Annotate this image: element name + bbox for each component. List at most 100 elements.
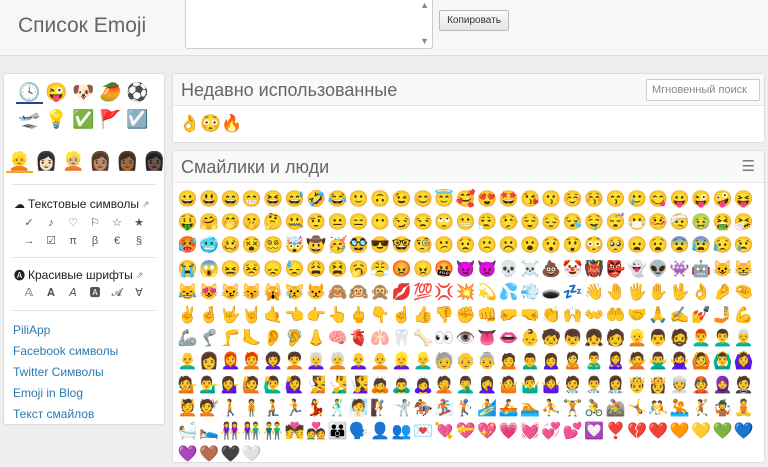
- emoji-item[interactable]: 💆: [177, 397, 198, 420]
- text-symbols-label[interactable]: Текстовые символы: [28, 197, 139, 211]
- emoji-item[interactable]: 🙉: [348, 281, 369, 304]
- emoji-item[interactable]: 👩‍🦲: [348, 350, 369, 373]
- emoji-item[interactable]: 🤠: [305, 234, 326, 257]
- instant-search-input[interactable]: [646, 79, 760, 101]
- emoji-item[interactable]: 🙊: [370, 281, 391, 304]
- symbol-item[interactable]: ★: [128, 215, 150, 231]
- emoji-item[interactable]: 🧠: [327, 327, 348, 350]
- emoji-item[interactable]: 👍: [412, 304, 433, 327]
- emoji-item[interactable]: 👨‍🦰: [690, 327, 711, 350]
- font-style-item[interactable]: 𝐀: [40, 285, 62, 301]
- emoji-item[interactable]: 👱‍♀️: [391, 350, 412, 373]
- emoji-item[interactable]: 🤩: [498, 188, 519, 211]
- emoji-item[interactable]: 👲: [690, 374, 711, 397]
- link-twitter-symbols[interactable]: Twitter Символы: [13, 362, 118, 383]
- emoji-item[interactable]: 😵‍💫: [263, 234, 284, 257]
- emoji-item[interactable]: 🥺: [605, 234, 626, 257]
- emoji-item[interactable]: 🤣: [305, 188, 326, 211]
- emoji-item[interactable]: 🙇: [370, 374, 391, 397]
- emoji-item[interactable]: 🚣: [498, 397, 519, 420]
- emoji-item[interactable]: 💚: [712, 420, 733, 443]
- emoji-item[interactable]: 🙈: [327, 281, 348, 304]
- category-animals-icon[interactable]: 🐶: [70, 80, 97, 104]
- emoji-item[interactable]: 🧕: [712, 374, 733, 397]
- skin-tone-default-icon[interactable]: 👱: [6, 149, 33, 173]
- emoji-item[interactable]: 🦿: [198, 327, 219, 350]
- emoji-item[interactable]: 🙎‍♀️: [605, 350, 626, 373]
- emoji-item[interactable]: 🙇‍♀️: [412, 374, 433, 397]
- emoji-item[interactable]: 💝: [455, 420, 476, 443]
- emoji-item[interactable]: 🤫: [241, 211, 262, 234]
- emoji-item[interactable]: 😎: [370, 234, 391, 257]
- emoji-item[interactable]: 🙅: [626, 350, 647, 373]
- emoji-item[interactable]: 😷: [626, 211, 647, 234]
- emoji-item[interactable]: 👁️: [455, 327, 476, 350]
- emoji-item[interactable]: 🤞: [198, 304, 219, 327]
- emoji-item[interactable]: 🚴: [583, 397, 604, 420]
- category-travel-icon[interactable]: 🛫: [16, 107, 43, 131]
- emoji-item[interactable]: 😑: [348, 211, 369, 234]
- link-piliapp[interactable]: PiliApp: [13, 320, 118, 341]
- emoji-item[interactable]: 😏: [391, 211, 412, 234]
- emoji-item[interactable]: 🤦: [434, 374, 455, 397]
- emoji-item[interactable]: 👾: [669, 258, 690, 281]
- emoji-item[interactable]: 🦶: [241, 327, 262, 350]
- emoji-item[interactable]: ⛹️: [541, 397, 562, 420]
- emoji-item[interactable]: 💋: [391, 281, 412, 304]
- emoji-item[interactable]: 😂: [327, 188, 348, 211]
- emoji-item[interactable]: 💓: [519, 420, 540, 443]
- emoji-item[interactable]: 🕳️: [541, 281, 562, 304]
- emoji-item[interactable]: 🥵: [177, 234, 198, 257]
- emoji-item[interactable]: 🧑‍🦰: [241, 350, 262, 373]
- emoji-item[interactable]: 😯: [541, 234, 562, 257]
- category-recent-clock-icon[interactable]: 🕓: [16, 80, 43, 104]
- emoji-item[interactable]: 👴: [455, 350, 476, 373]
- emoji-item[interactable]: 🤷‍♂️: [519, 374, 540, 397]
- emoji-item[interactable]: 🧗: [370, 397, 391, 420]
- skin-tone-medium-icon[interactable]: 👩🏽: [87, 149, 114, 173]
- emoji-item[interactable]: 🤑: [177, 211, 198, 234]
- scroll-down-arrow-icon[interactable]: ▼: [420, 36, 429, 46]
- emoji-item[interactable]: 🤛: [498, 304, 519, 327]
- emoji-item[interactable]: 😭: [177, 258, 198, 281]
- skin-tone-dark-icon[interactable]: 👩🏿: [141, 149, 168, 173]
- emoji-item[interactable]: 🧏‍♂️: [327, 374, 348, 397]
- emoji-item[interactable]: 😉: [391, 188, 412, 211]
- emoji-item[interactable]: 🤙: [263, 304, 284, 327]
- emoji-item[interactable]: 🤦‍♀️: [476, 374, 497, 397]
- emoji-item[interactable]: 😌: [519, 211, 540, 234]
- emoji-item[interactable]: 🤳: [712, 304, 733, 327]
- emoji-item[interactable]: 🙏: [648, 304, 669, 327]
- skin-tone-light-icon[interactable]: 👩🏻: [33, 149, 60, 173]
- emoji-item[interactable]: 😪: [562, 211, 583, 234]
- emoji-item[interactable]: 😕: [434, 234, 455, 257]
- category-symbols-icon[interactable]: ✅: [70, 107, 97, 131]
- emoji-item[interactable]: 🤓: [391, 234, 412, 257]
- emoji-output-textarea[interactable]: ▲ ▼: [185, 0, 433, 49]
- symbol-item[interactable]: ✓: [18, 215, 40, 231]
- emoji-item[interactable]: 😇: [434, 188, 455, 211]
- emoji-item[interactable]: 💕: [562, 420, 583, 443]
- emoji-item[interactable]: 👨‍🦱: [712, 327, 733, 350]
- emoji-item[interactable]: 🤖: [690, 258, 711, 281]
- copy-button[interactable]: Копировать: [439, 10, 509, 31]
- emoji-item[interactable]: 🦴: [412, 327, 433, 350]
- emoji-item[interactable]: 🧡: [669, 420, 690, 443]
- emoji-item[interactable]: 🙃: [370, 188, 391, 211]
- category-food-icon[interactable]: 🥭: [97, 80, 124, 104]
- emoji-item[interactable]: 💟: [583, 420, 604, 443]
- emoji-item[interactable]: 😮‍💨: [476, 211, 497, 234]
- emoji-item[interactable]: 😒: [412, 211, 433, 234]
- emoji-item[interactable]: 💙: [733, 420, 754, 443]
- emoji-item[interactable]: 🤾: [690, 397, 711, 420]
- symbol-item[interactable]: ☆: [106, 215, 128, 231]
- fonts-heading[interactable]: 🅐 Красивые шрифты ⇗: [14, 267, 143, 283]
- emoji-item[interactable]: 🤸: [626, 397, 647, 420]
- emoji-item[interactable]: 😞: [263, 258, 284, 281]
- emoji-item[interactable]: 🧎: [263, 397, 284, 420]
- emoji-item[interactable]: 🤤: [583, 211, 604, 234]
- emoji-item[interactable]: 🫀: [348, 327, 369, 350]
- emoji-item[interactable]: 🧑‍🦲: [370, 350, 391, 373]
- emoji-item[interactable]: 🏂: [434, 397, 455, 420]
- emoji-item[interactable]: 😍: [476, 188, 497, 211]
